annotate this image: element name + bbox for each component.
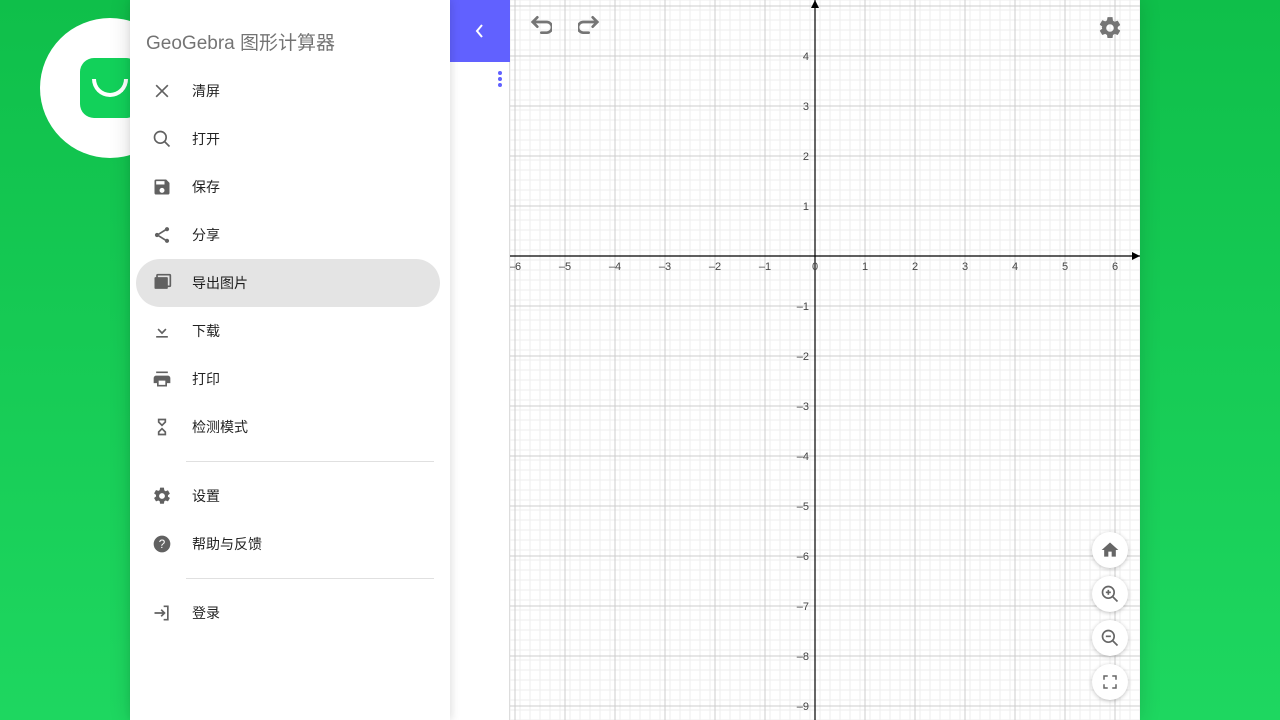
svg-text:–9: –9 — [797, 701, 809, 713]
help-icon: ? — [150, 532, 174, 556]
home-button[interactable] — [1092, 532, 1128, 568]
svg-text:–6: –6 — [797, 551, 809, 563]
zoom-in-button[interactable] — [1092, 576, 1128, 612]
menu-item-download[interactable]: 下载 — [136, 307, 440, 355]
svg-text:–3: –3 — [659, 261, 671, 273]
algebra-panel-collapsed — [450, 0, 510, 720]
coordinate-grid: –6 –5 –4 –3 –2 –1 0 1 2 3 4 5 6 –9 –8 –7 –6 –5 –4 –3 –2 –1 1 2 3… — [510, 0, 1140, 720]
drawer-title: GeoGebra 图形计算器 — [130, 0, 450, 67]
menu-item-help[interactable]: ? 帮助与反馈 — [136, 520, 440, 568]
svg-text:–4: –4 — [609, 261, 621, 273]
fullscreen-button[interactable] — [1092, 664, 1128, 700]
save-icon — [150, 175, 174, 199]
close-icon — [150, 79, 174, 103]
download-icon — [150, 319, 174, 343]
menu-item-save[interactable]: 保存 — [136, 163, 440, 211]
svg-text:–6: –6 — [510, 261, 521, 273]
menu-separator — [186, 578, 434, 579]
svg-text:–2: –2 — [709, 261, 721, 273]
svg-text:6: 6 — [1112, 261, 1118, 273]
side-drawer: GeoGebra 图形计算器 清屏打开保存分享导出图片下载打印检测模式 设置? 帮… — [130, 0, 450, 720]
menu-label: 下载 — [192, 321, 220, 341]
svg-text:–4: –4 — [797, 451, 809, 463]
svg-text:–5: –5 — [797, 501, 809, 513]
svg-text:5: 5 — [1062, 261, 1068, 273]
graphics-canvas[interactable]: –6 –5 –4 –3 –2 –1 0 1 2 3 4 5 6 –9 –8 –7 –6 –5 –4 –3 –2 –1 1 2 3… — [510, 0, 1140, 720]
svg-text:2: 2 — [803, 151, 809, 163]
menu-item-print[interactable]: 打印 — [136, 355, 440, 403]
undo-button[interactable] — [524, 8, 556, 40]
svg-text:–1: –1 — [759, 261, 771, 273]
menu-label: 导出图片 — [192, 273, 248, 293]
svg-text:?: ? — [159, 538, 166, 551]
menu-label: 登录 — [192, 603, 220, 623]
svg-text:3: 3 — [962, 261, 968, 273]
menu-label: 打印 — [192, 369, 220, 389]
redo-button[interactable] — [574, 8, 606, 40]
menu-label: 分享 — [192, 225, 220, 245]
menu-item-image[interactable]: 导出图片 — [136, 259, 440, 307]
print-icon — [150, 367, 174, 391]
svg-text:3: 3 — [803, 101, 809, 113]
menu-item-close[interactable]: 清屏 — [136, 67, 440, 115]
menu-label: 保存 — [192, 177, 220, 197]
svg-text:–5: –5 — [559, 261, 571, 273]
svg-text:–7: –7 — [797, 601, 809, 613]
graphics-settings-button[interactable] — [1094, 12, 1126, 44]
svg-text:–1: –1 — [797, 301, 809, 313]
svg-text:2: 2 — [912, 261, 918, 273]
menu-item-search[interactable]: 打开 — [136, 115, 440, 163]
share-icon — [150, 223, 174, 247]
svg-text:–3: –3 — [797, 401, 809, 413]
hourglass-icon — [150, 415, 174, 439]
svg-text:4: 4 — [803, 51, 809, 63]
collapse-panel-button[interactable] — [450, 0, 510, 62]
menu-label: 清屏 — [192, 81, 220, 101]
menu-separator — [186, 461, 434, 462]
menu-item-gear[interactable]: 设置 — [136, 472, 440, 520]
svg-text:1: 1 — [803, 201, 809, 213]
search-icon — [150, 127, 174, 151]
svg-text:–2: –2 — [797, 351, 809, 363]
gear-icon — [150, 484, 174, 508]
menu-item-share[interactable]: 分享 — [136, 211, 440, 259]
app-frame: GeoGebra 图形计算器 清屏打开保存分享导出图片下载打印检测模式 设置? 帮… — [130, 0, 1140, 720]
svg-text:–8: –8 — [797, 651, 809, 663]
svg-text:4: 4 — [1012, 261, 1018, 273]
svg-text:0: 0 — [812, 261, 818, 273]
menu-label: 帮助与反馈 — [192, 534, 262, 554]
menu-item-login[interactable]: 登录 — [136, 589, 440, 637]
menu-label: 打开 — [192, 129, 220, 149]
menu-label: 检测模式 — [192, 417, 248, 437]
more-button[interactable] — [486, 65, 514, 93]
menu-item-hourglass[interactable]: 检测模式 — [136, 403, 440, 451]
zoom-out-button[interactable] — [1092, 620, 1128, 656]
login-icon — [150, 601, 174, 625]
image-icon — [150, 271, 174, 295]
svg-text:1: 1 — [862, 261, 868, 273]
main-area: –6 –5 –4 –3 –2 –1 0 1 2 3 4 5 6 –9 –8 –7 –6 –5 –4 –3 –2 –1 1 2 3… — [450, 0, 1140, 720]
menu-label: 设置 — [192, 486, 220, 506]
